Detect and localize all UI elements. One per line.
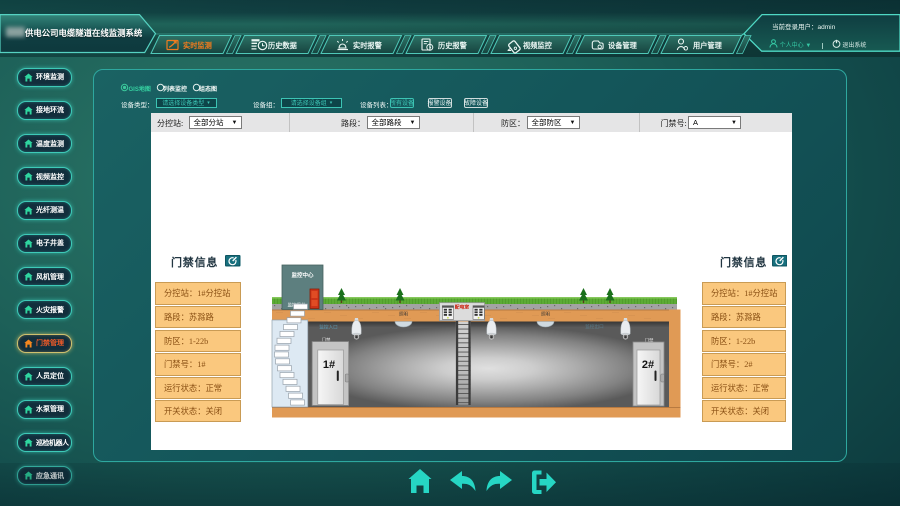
svg-text:监控入口: 监控入口 (319, 324, 338, 331)
svg-text:2#: 2# (642, 359, 654, 371)
svg-text:配电室: 配电室 (455, 304, 470, 311)
svg-text:1#: 1# (323, 359, 335, 371)
svg-text:监控出口: 监控出口 (585, 323, 604, 330)
svg-text:监控中心: 监控中心 (291, 271, 314, 279)
